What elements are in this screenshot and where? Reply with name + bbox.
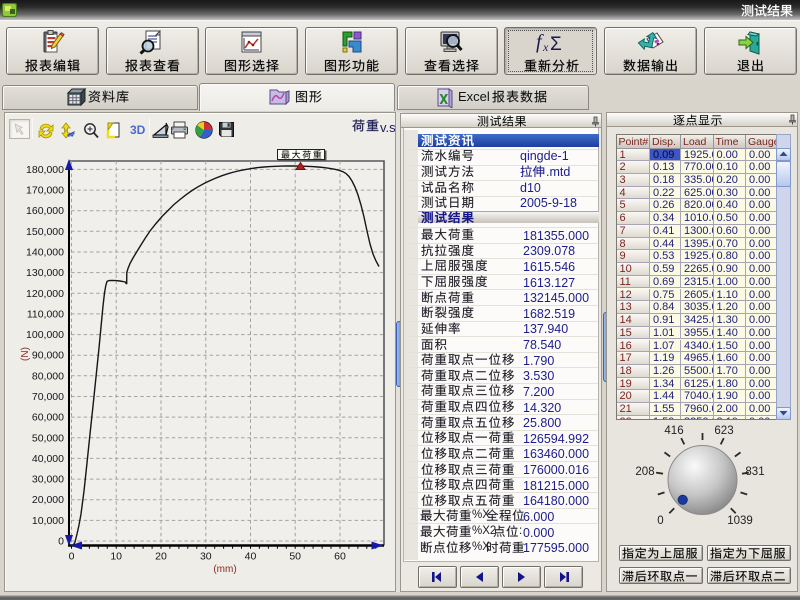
svg-text:30: 30 xyxy=(200,551,212,563)
svg-text:170,000: 170,000 xyxy=(26,185,64,197)
svg-text:130,000: 130,000 xyxy=(26,267,64,279)
svg-text:90,000: 90,000 xyxy=(32,350,64,362)
svg-text:40: 40 xyxy=(245,551,257,563)
svg-text:10,000: 10,000 xyxy=(32,515,64,527)
svg-text:120,000: 120,000 xyxy=(26,288,64,300)
svg-text:160,000: 160,000 xyxy=(26,205,64,217)
svg-text:70,000: 70,000 xyxy=(32,391,64,403)
svg-text:20,000: 20,000 xyxy=(32,494,64,506)
svg-text:10: 10 xyxy=(110,551,122,563)
svg-text:150,000: 150,000 xyxy=(26,226,64,238)
svg-text:180,000: 180,000 xyxy=(26,164,64,176)
svg-text:50,000: 50,000 xyxy=(32,432,64,444)
svg-text:30,000: 30,000 xyxy=(32,474,64,486)
svg-text:100,000: 100,000 xyxy=(26,329,64,341)
svg-text:40,000: 40,000 xyxy=(32,453,64,465)
svg-text:140,000: 140,000 xyxy=(26,247,64,259)
svg-text:0: 0 xyxy=(69,551,75,563)
svg-text:(mm): (mm) xyxy=(213,564,236,575)
svg-text:110,000: 110,000 xyxy=(27,308,64,320)
svg-text:50: 50 xyxy=(289,551,301,563)
svg-text:(N): (N) xyxy=(20,347,31,361)
svg-text:60,000: 60,000 xyxy=(32,412,64,424)
svg-text:60: 60 xyxy=(334,551,346,563)
svg-text:0: 0 xyxy=(58,536,64,548)
svg-text:80,000: 80,000 xyxy=(32,370,64,382)
svg-text:20: 20 xyxy=(155,551,167,563)
